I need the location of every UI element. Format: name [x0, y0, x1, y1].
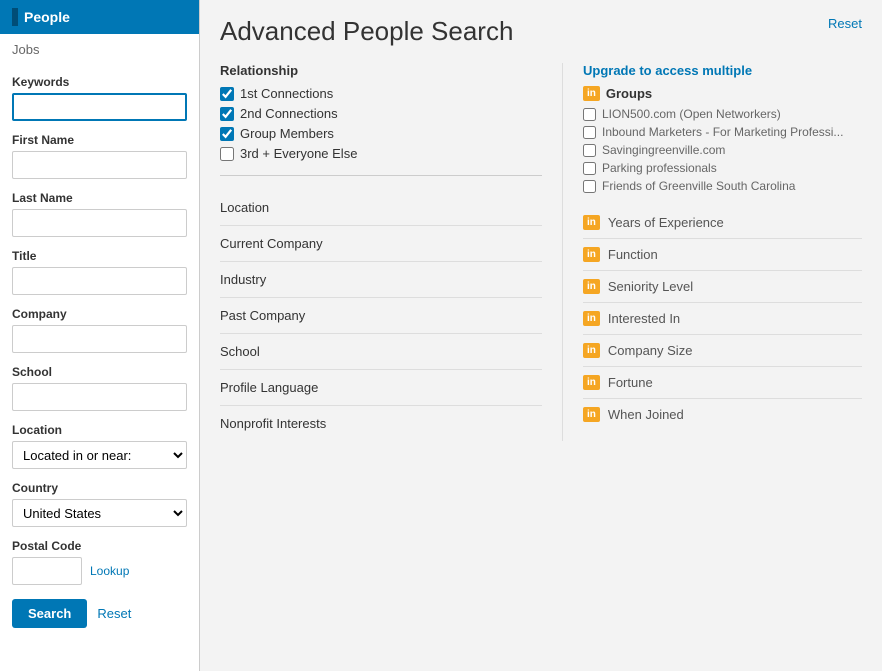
premium-item-label-5: Fortune: [608, 375, 653, 390]
premium-item-label-3: Interested In: [608, 311, 680, 326]
premium-item-years-of-experience[interactable]: in Years of Experience: [583, 207, 862, 238]
premium-items-container: in Years of Experience in Function in Seniori…: [583, 207, 862, 430]
premium-item-label-2: Seniority Level: [608, 279, 693, 294]
in-badge-3: in: [583, 311, 600, 326]
lookup-link[interactable]: Lookup: [90, 564, 129, 578]
premium-item-label-0: Years of Experience: [608, 215, 724, 230]
premium-item-fortune[interactable]: in Fortune: [583, 366, 862, 398]
field-row-past-company[interactable]: Past Company: [220, 297, 542, 333]
in-badge-4: in: [583, 343, 600, 358]
relationship-checkboxes: 1st Connections 2nd Connections Group Memb…: [220, 86, 542, 161]
relationship-option-1: 2nd Connections: [220, 106, 542, 121]
people-nav-icon: [12, 8, 18, 26]
group-item-label-3: Parking professionals: [602, 161, 717, 175]
country-select[interactable]: United States: [12, 499, 187, 527]
field-row-profile-language[interactable]: Profile Language: [220, 369, 542, 405]
keywords-label: Keywords: [12, 75, 187, 89]
left-fields: Location Current Company Industry Past Comp…: [220, 190, 542, 441]
field-row-school[interactable]: School: [220, 333, 542, 369]
group-item-3: Parking professionals: [583, 161, 862, 175]
reset-link-main[interactable]: Reset: [828, 16, 862, 31]
relationship-checkbox-1[interactable]: [220, 107, 234, 121]
postal-code-input[interactable]: [12, 557, 82, 585]
premium-item-label-6: When Joined: [608, 407, 684, 422]
field-name-location: Location: [220, 200, 269, 215]
relationship-label: Relationship: [220, 63, 542, 78]
group-items-container: LION500.com (Open Networkers) Inbound Mar…: [583, 107, 862, 193]
relationship-option-label-1: 2nd Connections: [240, 106, 338, 121]
in-badge-groups: in: [583, 86, 600, 101]
relationship-option-label-3: 3rd + Everyone Else: [240, 146, 357, 161]
premium-item-company-size[interactable]: in Company Size: [583, 334, 862, 366]
in-badge-1: in: [583, 247, 600, 262]
group-checkbox-3[interactable]: [583, 162, 596, 175]
premium-item-label-1: Function: [608, 247, 658, 262]
last-name-input[interactable]: [12, 209, 187, 237]
premium-item-label-4: Company Size: [608, 343, 693, 358]
people-nav-label: People: [24, 9, 70, 25]
relationship-option-2: Group Members: [220, 126, 542, 141]
group-item-label-0: LION500.com (Open Networkers): [602, 107, 781, 121]
first-name-label: First Name: [12, 133, 187, 147]
field-row-nonprofit-interests[interactable]: Nonprofit Interests: [220, 405, 542, 441]
first-name-input[interactable]: [12, 151, 187, 179]
reset-link-sidebar[interactable]: Reset: [97, 606, 131, 621]
company-label: Company: [12, 307, 187, 321]
group-checkbox-1[interactable]: [583, 126, 596, 139]
relationship-checkbox-2[interactable]: [220, 127, 234, 141]
last-name-label: Last Name: [12, 191, 187, 205]
group-item-label-2: Savingingreenville.com: [602, 143, 725, 157]
upgrade-link[interactable]: Upgrade to access multiple: [583, 63, 862, 78]
school-label: School: [12, 365, 187, 379]
relationship-option-0: 1st Connections: [220, 86, 542, 101]
group-checkbox-4[interactable]: [583, 180, 596, 193]
in-badge-5: in: [583, 375, 600, 390]
premium-item-seniority-level[interactable]: in Seniority Level: [583, 270, 862, 302]
title-input[interactable]: [12, 267, 187, 295]
group-item-4: Friends of Greenville South Carolina: [583, 179, 862, 193]
jobs-nav-label: Jobs: [12, 42, 39, 57]
in-badge-2: in: [583, 279, 600, 294]
field-name-school: School: [220, 344, 260, 359]
location-select[interactable]: Located in or near:: [12, 441, 187, 469]
groups-label: Groups: [606, 86, 652, 101]
postal-code-label: Postal Code: [12, 539, 187, 553]
search-button[interactable]: Search: [12, 599, 87, 628]
group-checkbox-2[interactable]: [583, 144, 596, 157]
field-name-current-company: Current Company: [220, 236, 323, 251]
group-item-label-1: Inbound Marketers - For Marketing Profes…: [602, 125, 843, 139]
relationship-checkbox-3[interactable]: [220, 147, 234, 161]
title-label: Title: [12, 249, 187, 263]
relationship-option-3: 3rd + Everyone Else: [220, 146, 542, 161]
in-badge-6: in: [583, 407, 600, 422]
jobs-nav-item[interactable]: Jobs: [0, 34, 199, 65]
field-name-industry: Industry: [220, 272, 266, 287]
field-name-profile-language: Profile Language: [220, 380, 318, 395]
relationship-option-label-0: 1st Connections: [240, 86, 333, 101]
premium-item-interested-in[interactable]: in Interested In: [583, 302, 862, 334]
group-item-0: LION500.com (Open Networkers): [583, 107, 862, 121]
relationship-checkbox-0[interactable]: [220, 87, 234, 101]
school-input[interactable]: [12, 383, 187, 411]
group-item-2: Savingingreenville.com: [583, 143, 862, 157]
field-name-past-company: Past Company: [220, 308, 305, 323]
field-row-location[interactable]: Location: [220, 190, 542, 225]
field-name-nonprofit-interests: Nonprofit Interests: [220, 416, 326, 431]
group-item-label-4: Friends of Greenville South Carolina: [602, 179, 795, 193]
people-nav-item[interactable]: People: [0, 0, 199, 34]
field-row-current-company[interactable]: Current Company: [220, 225, 542, 261]
location-label: Location: [12, 423, 187, 437]
field-row-industry[interactable]: Industry: [220, 261, 542, 297]
country-label: Country: [12, 481, 187, 495]
premium-item-when-joined[interactable]: in When Joined: [583, 398, 862, 430]
premium-item-function[interactable]: in Function: [583, 238, 862, 270]
page-title: Advanced People Search: [220, 16, 513, 47]
relationship-option-label-2: Group Members: [240, 126, 334, 141]
group-checkbox-0[interactable]: [583, 108, 596, 121]
groups-header: in Groups: [583, 86, 862, 101]
company-input[interactable]: [12, 325, 187, 353]
in-badge-0: in: [583, 215, 600, 230]
group-item-1: Inbound Marketers - For Marketing Profes…: [583, 125, 862, 139]
keywords-input[interactable]: [12, 93, 187, 121]
